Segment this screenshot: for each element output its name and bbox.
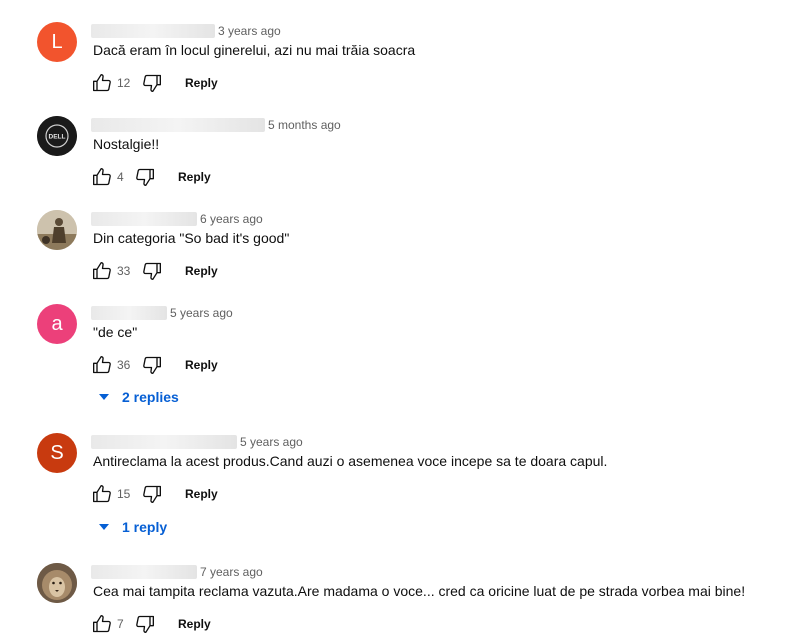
like-count: 7 <box>117 617 124 631</box>
comment-text: Dacă eram în locul ginerelui, azi nu mai… <box>93 42 416 58</box>
avatar-letter: S <box>50 441 64 464</box>
like-icon[interactable] <box>91 354 113 376</box>
comment-timestamp[interactable]: 7 years ago <box>200 565 263 579</box>
dell-logo-icon: DELL <box>37 116 77 156</box>
dislike-icon[interactable] <box>141 354 163 376</box>
comment-timestamp[interactable]: 6 years ago <box>200 212 263 226</box>
avatar[interactable]: S <box>37 433 77 473</box>
comment-text: Cea mai tampita reclama vazuta.Are madam… <box>93 583 746 599</box>
view-replies-label: 1 reply <box>122 519 168 535</box>
comment-actions: 12 Reply <box>91 71 218 95</box>
like-icon[interactable] <box>91 260 113 282</box>
reply-button[interactable]: Reply <box>185 264 218 278</box>
comment-header: 7 years ago <box>91 563 263 581</box>
comment-actions: 36 Reply <box>91 353 218 377</box>
reply-button[interactable]: Reply <box>185 76 218 90</box>
caret-down-icon <box>96 519 112 535</box>
svg-text:DELL: DELL <box>49 134 66 141</box>
avatar[interactable] <box>37 563 77 603</box>
comment-header: 3 years ago <box>91 22 281 40</box>
dislike-icon[interactable] <box>141 72 163 94</box>
comment-header: 5 years ago <box>91 304 233 322</box>
dislike-icon[interactable] <box>141 483 163 505</box>
like-count: 15 <box>117 487 131 501</box>
person-photo-icon <box>37 210 77 250</box>
comment-timestamp[interactable]: 5 years ago <box>170 306 233 320</box>
author-handle-redacted[interactable] <box>91 306 167 320</box>
view-replies-label: 2 replies <box>122 389 179 405</box>
comment-timestamp[interactable]: 5 months ago <box>268 118 341 132</box>
avatar[interactable]: L <box>37 22 77 62</box>
like-count: 4 <box>117 170 124 184</box>
comment-text: "de ce" <box>93 324 138 340</box>
like-count: 36 <box>117 358 131 372</box>
comment-timestamp[interactable]: 5 years ago <box>240 435 303 449</box>
avatar[interactable]: a <box>37 304 77 344</box>
caret-down-icon <box>96 389 112 405</box>
comment-actions: 4 Reply <box>91 165 211 189</box>
comment-actions: 15 Reply <box>91 482 218 506</box>
dislike-icon[interactable] <box>134 613 156 635</box>
like-icon[interactable] <box>91 483 113 505</box>
reply-button[interactable]: Reply <box>178 170 211 184</box>
author-handle-redacted[interactable] <box>91 24 215 38</box>
reply-button[interactable]: Reply <box>178 617 211 631</box>
like-count: 33 <box>117 264 131 278</box>
comment-text: Nostalgie!! <box>93 136 160 152</box>
reply-button[interactable]: Reply <box>185 358 218 372</box>
dislike-icon[interactable] <box>141 260 163 282</box>
avatar[interactable]: DELL <box>37 116 77 156</box>
author-handle-redacted[interactable] <box>91 118 265 132</box>
comment-header: 6 years ago <box>91 210 263 228</box>
comment-text: Antireclama la acest produs.Cand auzi o … <box>93 453 608 469</box>
comment-header: 5 months ago <box>91 116 341 134</box>
author-handle-redacted[interactable] <box>91 565 197 579</box>
avatar[interactable] <box>37 210 77 250</box>
like-icon[interactable] <box>91 613 113 635</box>
like-count: 12 <box>117 76 131 90</box>
dislike-icon[interactable] <box>134 166 156 188</box>
comment-text: Din categoria "So bad it's good" <box>93 230 290 246</box>
view-replies-button[interactable]: 2 replies <box>96 389 179 405</box>
like-icon[interactable] <box>91 166 113 188</box>
comment-actions: 7 Reply <box>91 612 211 636</box>
author-handle-redacted[interactable] <box>91 212 197 226</box>
comment-header: 5 years ago <box>91 433 303 451</box>
comment-timestamp[interactable]: 3 years ago <box>218 24 281 38</box>
comment-actions: 33 Reply <box>91 259 218 283</box>
like-icon[interactable] <box>91 72 113 94</box>
author-handle-redacted[interactable] <box>91 435 237 449</box>
avatar-letter: L <box>51 30 63 53</box>
lion-photo-icon <box>37 563 77 603</box>
avatar-letter: a <box>51 312 63 335</box>
view-replies-button[interactable]: 1 reply <box>96 519 167 535</box>
reply-button[interactable]: Reply <box>185 487 218 501</box>
